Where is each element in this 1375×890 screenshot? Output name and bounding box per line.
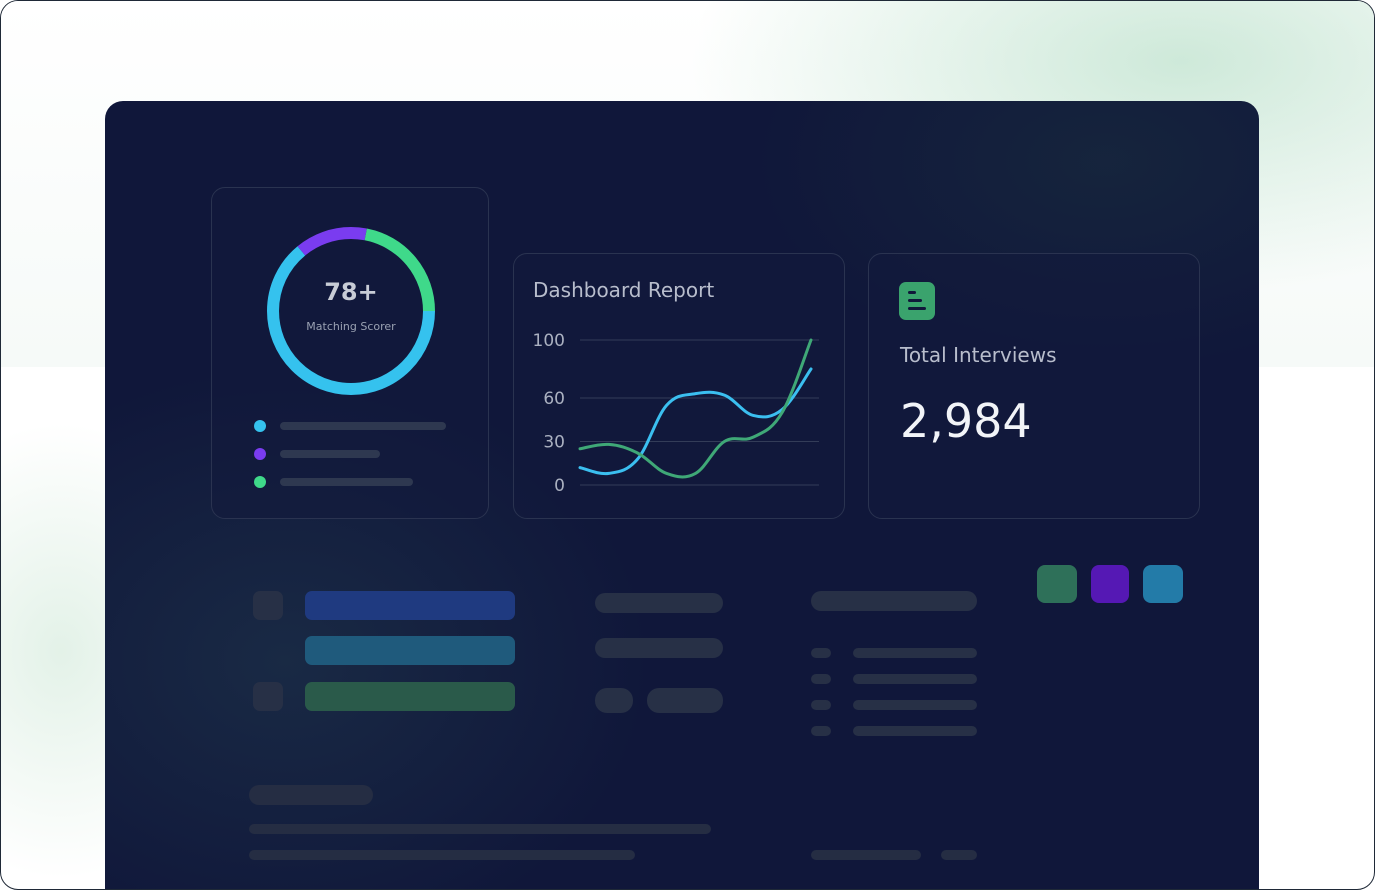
skeleton-text-line — [249, 850, 635, 860]
document-icon — [899, 282, 935, 320]
skeleton-bar-green — [305, 682, 515, 711]
legend-dot — [254, 448, 266, 460]
skeleton-list-marker — [811, 726, 831, 736]
skeleton-bar-blue — [305, 591, 515, 620]
skeleton-text-line — [249, 824, 711, 834]
legend-item-2 — [254, 448, 454, 460]
donut-chart — [267, 227, 435, 395]
matching-score-ring: 78+ Matching Scorer — [262, 222, 440, 400]
color-swatch-blue — [1143, 565, 1183, 603]
legend-dot — [254, 476, 266, 488]
legend-dot — [254, 420, 266, 432]
matching-scorer-card: 78+ Matching Scorer — [211, 187, 489, 519]
skeleton-list-line — [853, 674, 977, 684]
dashboard-report-card: Dashboard Report 100 60 30 0 — [513, 253, 845, 519]
dashboard-panel: 78+ Matching Scorer Dashboard Report 100… — [105, 101, 1259, 889]
skeleton-list-line — [853, 648, 977, 658]
skeleton-bar-teal — [305, 636, 515, 665]
matching-score-label: Matching Scorer — [306, 320, 396, 333]
total-interviews-title: Total Interviews — [900, 343, 1057, 367]
skeleton-checkbox — [253, 682, 283, 711]
matching-score-value: 78+ — [324, 278, 378, 306]
series-line-2 — [578, 338, 813, 479]
y-tick-label: 100 — [533, 331, 565, 351]
legend-placeholder-bar — [280, 422, 446, 430]
skeleton-heading — [811, 591, 977, 611]
skeleton-list-marker — [811, 648, 831, 658]
skeleton-list-marker — [811, 700, 831, 710]
y-tick-label: 0 — [554, 476, 565, 496]
skeleton-heading — [249, 785, 373, 805]
legend-placeholder-bar — [280, 450, 380, 458]
total-interviews-value: 2,984 — [900, 394, 1032, 448]
skeleton-checkbox — [253, 591, 283, 620]
skeleton-list-line — [853, 700, 977, 710]
y-tick-label: 30 — [543, 433, 565, 453]
skeleton-list-line — [853, 726, 977, 736]
legend-item-3 — [254, 476, 454, 488]
color-swatch-green — [1037, 565, 1077, 603]
skeleton-pill — [595, 593, 723, 613]
skeleton-pill — [595, 688, 633, 713]
skeleton-text-line — [941, 850, 977, 860]
color-swatch-purple — [1091, 565, 1129, 603]
skeleton-pill — [595, 638, 723, 658]
legend-item-1 — [254, 420, 454, 432]
total-interviews-card: Total Interviews 2,984 — [868, 253, 1200, 519]
line-chart: 100 60 30 0 — [533, 331, 819, 496]
skeleton-list-marker — [811, 674, 831, 684]
y-tick-label: 60 — [543, 389, 565, 409]
skeleton-pill — [647, 688, 723, 713]
screenshot-frame: 78+ Matching Scorer Dashboard Report 100… — [0, 0, 1375, 890]
legend-placeholder-bar — [280, 478, 413, 486]
skeleton-text-line — [811, 850, 921, 860]
